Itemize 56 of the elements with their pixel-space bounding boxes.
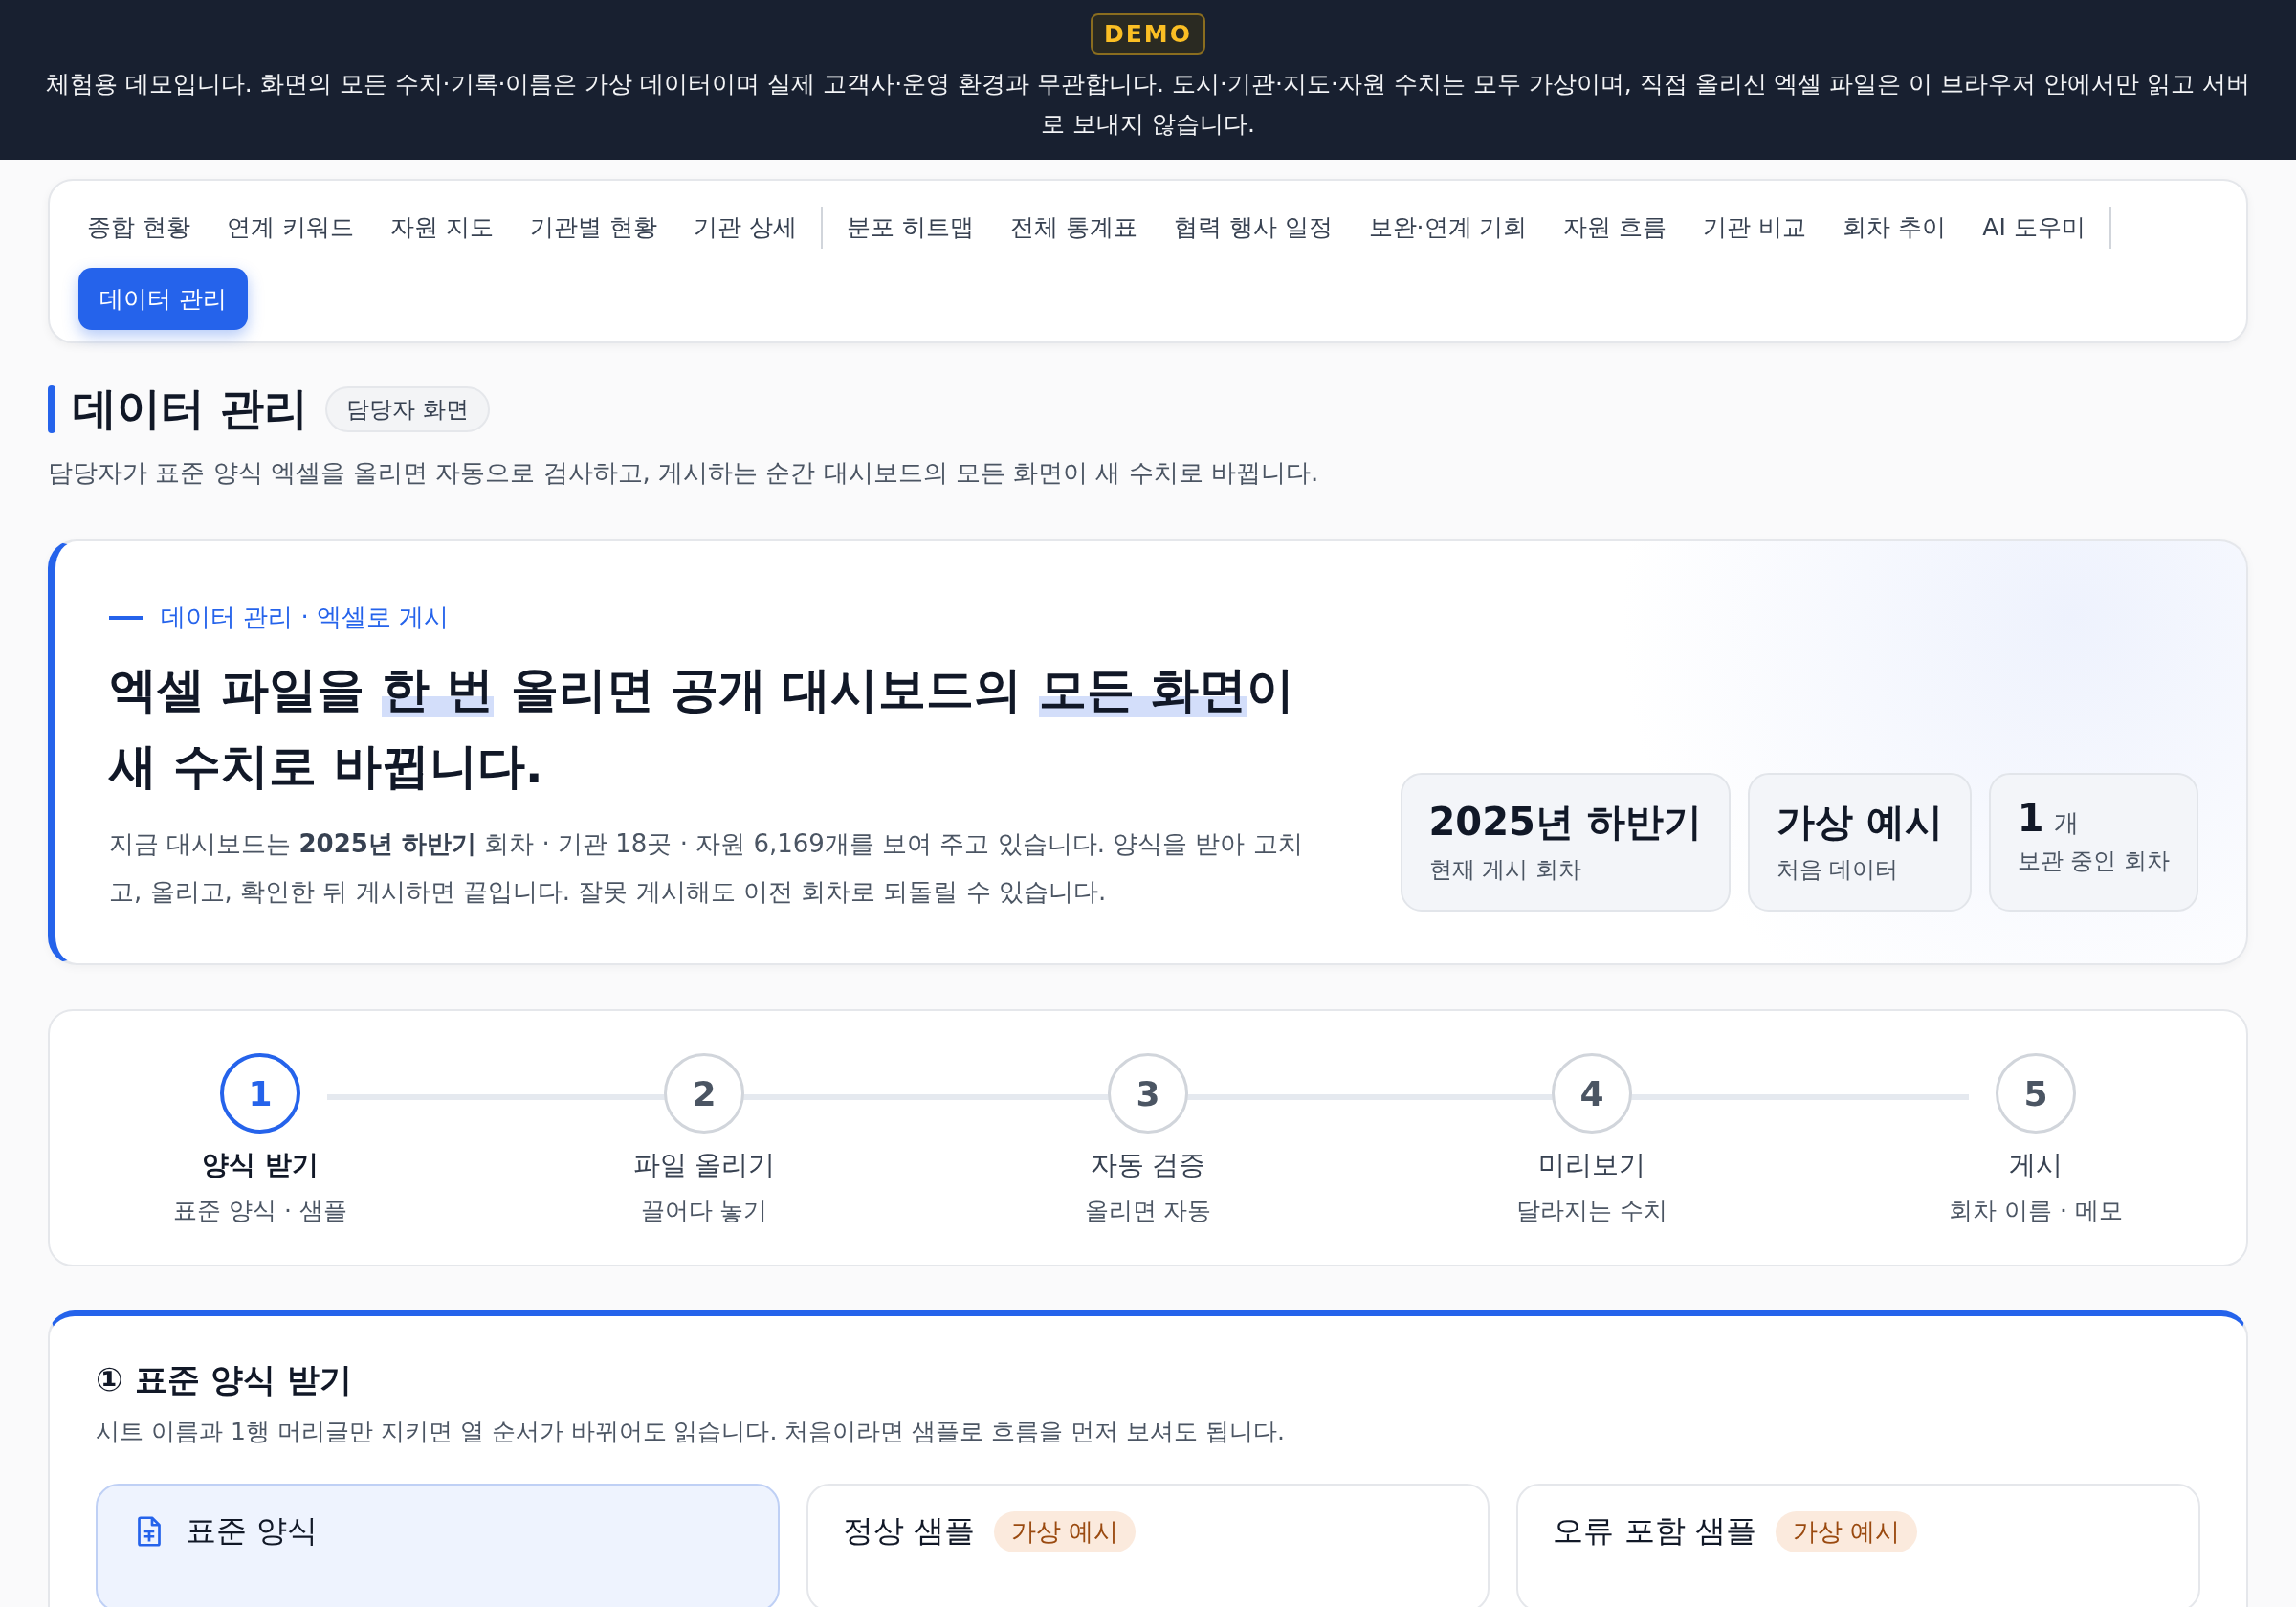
section-description: 시트 이름과 1행 머리글만 지키면 열 순서가 바뀌어도 읽습니다. 처음이라면 샘플로 흐름을 먼저 보셔도 됩니다. bbox=[96, 1417, 1287, 1447]
step-number[interactable]: 1 bbox=[220, 1053, 300, 1134]
nav-tab[interactable]: 보완·연계 기회 bbox=[1350, 194, 1546, 260]
nav-tab[interactable]: 연계 키워드 bbox=[208, 194, 372, 260]
nav-tab[interactable]: 분포 히트맵 bbox=[828, 194, 992, 260]
step-number[interactable]: 2 bbox=[664, 1053, 744, 1134]
nav-tab[interactable]: 기관 비교 bbox=[1685, 194, 1825, 260]
hero-description: 지금 대시보드는 2025년 하반기 회차 · 기관 18곳 · 자원 6,169개를 보여 주고 있습니다. 양식을 받아 고치고, 올리고, 확인한 뒤 게시하면 끝입니다. 잘못 게시해도 이전 회차로 되돌릴 수 있습니다. bbox=[109, 828, 1304, 908]
step-subtitle: 달라지는 수치 bbox=[1516, 1196, 1667, 1226]
step-number[interactable]: 4 bbox=[1552, 1053, 1632, 1134]
stat-value: 2025년 하반기 bbox=[1428, 799, 1702, 846]
step-number[interactable]: 5 bbox=[1996, 1053, 2076, 1134]
stat-label: 보관 중인 회차 bbox=[2017, 847, 2170, 876]
hero-headline: 엑셀 파일을 한 번 올리면 공개 대시보드의 모든 화면이 새 수치로 바뀝니다. bbox=[109, 661, 1296, 796]
nav-tab[interactable]: 기관별 현황 bbox=[511, 194, 675, 260]
role-badge: 담당자 화면 bbox=[325, 386, 490, 432]
step-title: 양식 받기 bbox=[202, 1148, 319, 1182]
download-card[interactable]: 정상 샘플 가상 예시 bbox=[806, 1484, 1490, 1607]
nav-tab[interactable]: 협력 행사 일정 bbox=[1155, 194, 1351, 260]
step-subtitle: 끌어다 놓기 bbox=[640, 1196, 768, 1226]
step-title: 파일 올리기 bbox=[632, 1148, 776, 1182]
demo-badge: DEMO bbox=[1091, 13, 1205, 55]
nav-tab[interactable]: 기관 상세 bbox=[674, 194, 815, 260]
step-title: 미리보기 bbox=[1538, 1148, 1645, 1182]
stat-value: 1 bbox=[2017, 796, 2044, 840]
step-title: 게시 bbox=[2009, 1148, 2063, 1182]
nav-tab[interactable]: 데이터 관리 bbox=[78, 268, 248, 330]
title-accent-bar bbox=[48, 385, 55, 433]
dash-icon bbox=[109, 615, 144, 620]
card-title: 표준 양식 bbox=[186, 1511, 319, 1551]
sample-tag: 가상 예시 bbox=[993, 1510, 1137, 1552]
stat-value: 가상 예시 bbox=[1776, 799, 1943, 846]
nav-tab[interactable]: 전체 통계표 bbox=[991, 194, 1156, 260]
nav-tab[interactable]: AI 도우미 bbox=[1964, 194, 2104, 260]
card-title: 오류 포함 샘플 bbox=[1553, 1511, 1756, 1551]
page-description: 담당자가 표준 양식 엑셀을 올리면 자동으로 검사하고, 게시하는 순간 대시보드의 모든 화면이 새 수치로 바뀝니다. bbox=[48, 457, 1320, 489]
nav-tab[interactable]: 회차 추이 bbox=[1824, 194, 1965, 260]
eyebrow-label: 데이터 관리 · 엑셀로 게시 bbox=[161, 602, 450, 633]
step-subtitle: 표준 양식 · 샘플 bbox=[173, 1196, 347, 1226]
stat-label: 현재 게시 회차 bbox=[1428, 855, 1582, 885]
step-subtitle: 올리면 자동 bbox=[1084, 1196, 1212, 1226]
demo-notice: 체험용 데모입니다. 화면의 모든 수치·기록·이름은 가상 데이터이며 실제 고객사·운영 환경과 무관합니다. 도시·기관·지도·자원 수치는 모두 가상이며, 직접 올리신 엑셀 파일은 이 브라우저 안에서만 읽고 서버로 보내지 않습니다. bbox=[44, 69, 2252, 140]
stat-label: 처음 데이터 bbox=[1776, 855, 1900, 885]
card-title: 정상 샘플 bbox=[842, 1511, 975, 1551]
download-card[interactable]: 오류 포함 샘플 가상 예시 bbox=[1516, 1484, 2200, 1607]
stat-unit: 개 bbox=[2053, 807, 2079, 839]
step-title: 자동 검증 bbox=[1090, 1148, 1206, 1182]
nav-tab[interactable]: 자원 지도 bbox=[371, 194, 512, 260]
nav-tab[interactable]: 자원 흐름 bbox=[1545, 194, 1686, 260]
step-number[interactable]: 3 bbox=[1108, 1053, 1188, 1134]
section-title: ① 표준 양식 받기 bbox=[96, 1359, 354, 1400]
download-card[interactable]: 표준 양식 bbox=[96, 1484, 780, 1607]
nav-tab[interactable]: 종합 현황 bbox=[69, 194, 209, 260]
step-subtitle: 회차 이름 · 메모 bbox=[1949, 1196, 2123, 1226]
sample-tag: 가상 예시 bbox=[1775, 1510, 1917, 1552]
page-title: 데이터 관리 bbox=[73, 382, 308, 436]
